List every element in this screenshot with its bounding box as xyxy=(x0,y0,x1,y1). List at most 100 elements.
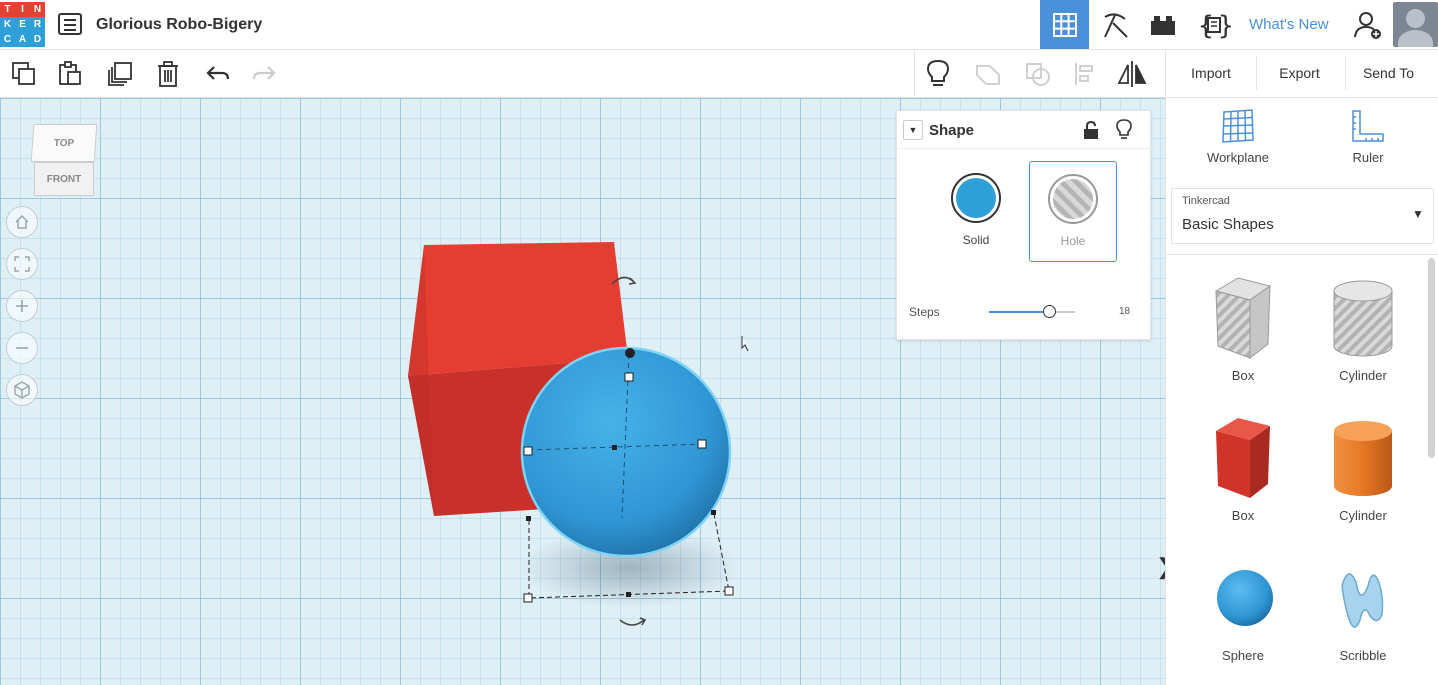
whats-new-link[interactable]: What's New xyxy=(1249,16,1329,33)
trash-icon xyxy=(158,61,178,87)
library-name: Basic Shapes xyxy=(1182,216,1274,233)
design-title[interactable]: Glorious Robo-Bigery xyxy=(96,16,262,34)
pickaxe-icon xyxy=(1104,12,1128,38)
shape-tile-cylinder[interactable]: Cylinder xyxy=(1308,406,1418,531)
workplane-label: Workplane xyxy=(1207,150,1269,165)
duplicate-icon xyxy=(108,62,132,86)
toolbar-divider xyxy=(914,50,915,98)
codeblocks-view-button[interactable]: { } xyxy=(1190,0,1240,49)
redo-button[interactable] xyxy=(248,58,280,90)
copy-icon xyxy=(12,62,35,85)
minecraft-view-button[interactable] xyxy=(1092,0,1138,49)
lock-icon[interactable] xyxy=(1083,121,1099,139)
shape-library-select[interactable]: Tinkercad Basic Shapes ▼ xyxy=(1171,188,1434,244)
shape-tile-cylinder-hole[interactable]: Cylinder xyxy=(1308,266,1418,391)
shape-tile-label: Scribble xyxy=(1339,648,1387,663)
align-button[interactable] xyxy=(1070,58,1102,90)
paste-icon xyxy=(59,61,81,85)
ungroup-icon xyxy=(1026,63,1050,86)
redo-icon xyxy=(252,66,276,80)
tinkercad-logo[interactable]: T I N K E R C A D xyxy=(0,2,45,47)
add-user-button[interactable] xyxy=(1345,0,1391,49)
mirror-button[interactable] xyxy=(1116,58,1148,90)
solid-option[interactable]: Solid xyxy=(943,163,1009,263)
delete-button[interactable] xyxy=(152,58,184,90)
menu-icon[interactable] xyxy=(58,13,82,35)
duplicate-button[interactable] xyxy=(104,58,136,90)
solid-swatch xyxy=(951,173,1001,223)
library-category: Tinkercad xyxy=(1182,195,1230,207)
inspector-header: ▼ Shape xyxy=(897,111,1152,149)
shape-tile-box[interactable]: Box xyxy=(1188,406,1298,531)
hole-label: Hole xyxy=(1060,234,1086,248)
lightbulb-icon xyxy=(926,59,950,86)
chevron-right-icon[interactable]: ❯ xyxy=(1156,554,1165,580)
cylinder-orange-icon xyxy=(1334,421,1392,496)
send-to-button[interactable]: Send To xyxy=(1345,56,1431,90)
avatar[interactable] xyxy=(1393,2,1438,47)
shape-tile-box-hole[interactable]: Box xyxy=(1188,266,1298,391)
workplane-canvas[interactable]: TOP FRONT ▼ Shape Solid Hole Steps 18 xyxy=(0,98,1165,685)
add-user-icon xyxy=(1354,11,1381,39)
align-icon xyxy=(1075,63,1093,85)
edit-toolbar: Import Export Send To xyxy=(0,50,1438,98)
logo-letter: T xyxy=(0,2,15,17)
svg-text:}: } xyxy=(1218,11,1232,40)
logo-letter: E xyxy=(15,17,30,32)
logo-letter: C xyxy=(0,32,15,47)
chevron-down-icon: ▼ xyxy=(1412,207,1424,221)
box-hole-icon xyxy=(1214,277,1272,360)
collapse-inspector-button[interactable]: ▼ xyxy=(903,120,923,140)
ungroup-button[interactable] xyxy=(1022,58,1054,90)
brick-icon xyxy=(1151,15,1175,35)
ruler-icon xyxy=(1352,110,1384,142)
box-red-icon xyxy=(1216,418,1270,498)
cylinder-hole-icon xyxy=(1333,280,1393,357)
3d-design-view-button[interactable] xyxy=(1040,0,1089,49)
shape-tile-scribble[interactable]: Scribble xyxy=(1308,546,1418,671)
solid-label: Solid xyxy=(962,233,990,247)
logo-letter: N xyxy=(30,2,45,17)
shapes-scrollbar[interactable] xyxy=(1428,258,1435,458)
workplane-icon xyxy=(1222,109,1254,143)
group-icon xyxy=(976,65,1000,85)
mouse-cursor-icon xyxy=(741,336,749,352)
bricks-view-button[interactable] xyxy=(1140,0,1186,49)
logo-letter: I xyxy=(15,2,30,17)
grid-icon xyxy=(1052,12,1077,37)
shape-tile-label: Cylinder xyxy=(1339,368,1387,383)
paste-button[interactable] xyxy=(54,58,86,90)
undo-button[interactable] xyxy=(202,58,234,90)
workplane-tool[interactable]: Workplane xyxy=(1188,108,1288,165)
logo-letter: D xyxy=(30,32,45,47)
steps-slider-knob[interactable] xyxy=(1043,305,1057,318)
shape-inspector: ▼ Shape Solid Hole Steps 18 xyxy=(896,110,1152,340)
export-button[interactable]: Export xyxy=(1256,56,1342,90)
import-button[interactable]: Import xyxy=(1168,56,1254,90)
sphere-blue-icon xyxy=(1217,570,1273,626)
lightbulb-icon[interactable] xyxy=(1115,119,1133,141)
chevron-down-icon: ▼ xyxy=(908,125,918,135)
panel-divider xyxy=(1166,254,1438,255)
steps-slider[interactable] xyxy=(989,305,1075,318)
code-blocks-icon: { } xyxy=(1198,11,1232,40)
shapes-panel: Workplane Ruler Tinkercad Basic Shapes ▼… xyxy=(1165,98,1438,685)
toolbar-divider xyxy=(1165,50,1166,98)
shape-tile-label: Sphere xyxy=(1222,648,1264,663)
group-button[interactable] xyxy=(972,58,1004,90)
mirror-icon xyxy=(1117,61,1147,87)
shape-tile-sphere[interactable]: Sphere xyxy=(1188,546,1298,671)
shape-tile-label: Box xyxy=(1231,508,1255,523)
shape-tile-label: Cylinder xyxy=(1339,508,1387,523)
copy-button[interactable] xyxy=(8,58,40,90)
inspector-title: Shape xyxy=(929,122,975,139)
show-all-button[interactable] xyxy=(922,58,954,90)
hole-option[interactable]: Hole xyxy=(1029,161,1117,262)
ruler-tool[interactable]: Ruler xyxy=(1318,108,1418,165)
undo-icon xyxy=(206,66,230,80)
logo-letter: A xyxy=(15,32,30,47)
top-bar: T I N K E R C A D Glorious Robo-Bigery {… xyxy=(0,0,1438,50)
scribble-icon xyxy=(1341,573,1384,628)
steps-label: Steps xyxy=(909,305,940,319)
hole-swatch xyxy=(1048,174,1098,224)
